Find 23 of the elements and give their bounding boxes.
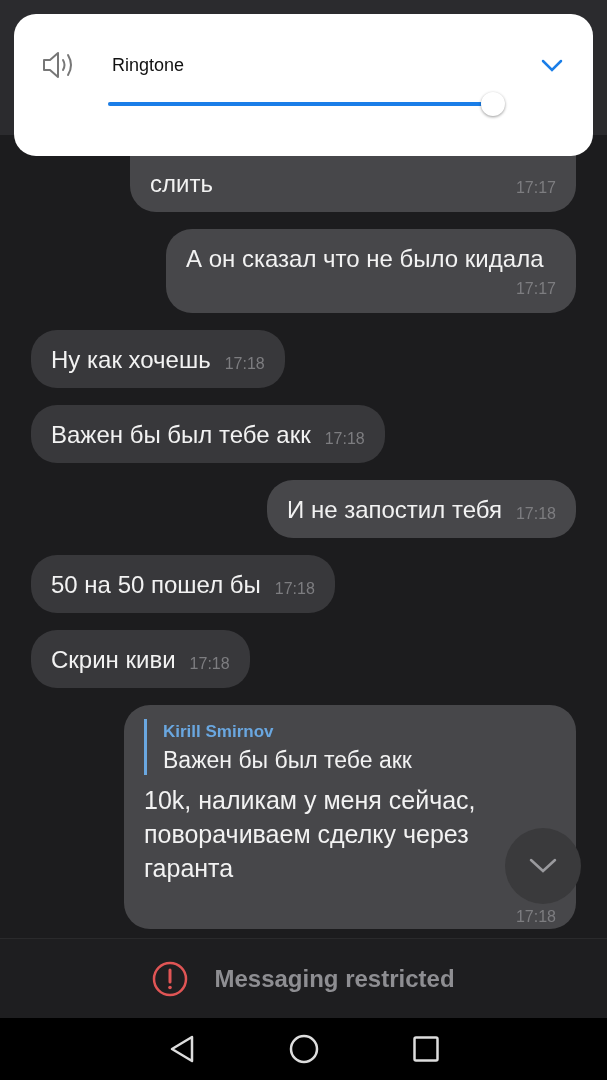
reply-author: Kirill Smirnov	[163, 721, 274, 743]
warning-icon	[152, 960, 189, 997]
message-time: 17:18	[188, 654, 230, 674]
recents-button[interactable]	[412, 1036, 439, 1062]
message-text: Важен бы был тебе акк	[51, 420, 311, 450]
restriction-notice: Messaging restricted	[214, 964, 455, 993]
message-text: 10k, наликам у меня сейчас, поворачиваем сделку через гаранта	[144, 785, 477, 884]
message-text: Скрин киви	[51, 645, 176, 675]
message-time: 17:18	[273, 579, 315, 599]
message-text: Ну как хочешь	[51, 345, 211, 375]
reply-quote[interactable]: Kirill Smirnov Важен бы был тебе акк	[144, 719, 502, 775]
message-text: И не запостил тебя	[287, 495, 502, 525]
message-text: А он сказал что не было кидала	[186, 244, 544, 274]
message-time: 17:18	[323, 429, 365, 449]
back-button[interactable]	[168, 1035, 195, 1063]
volume-label: Ringtone	[112, 54, 186, 76]
message-text: слить	[150, 169, 213, 199]
expand-button[interactable]	[541, 58, 563, 72]
chevron-down-icon	[529, 858, 557, 874]
reply-text: Важен бы был тебе акк	[163, 746, 412, 775]
message-text: 50 на 50 пошел бы	[51, 570, 261, 600]
home-button[interactable]	[288, 1034, 319, 1064]
message-time: 17:18	[223, 354, 265, 374]
